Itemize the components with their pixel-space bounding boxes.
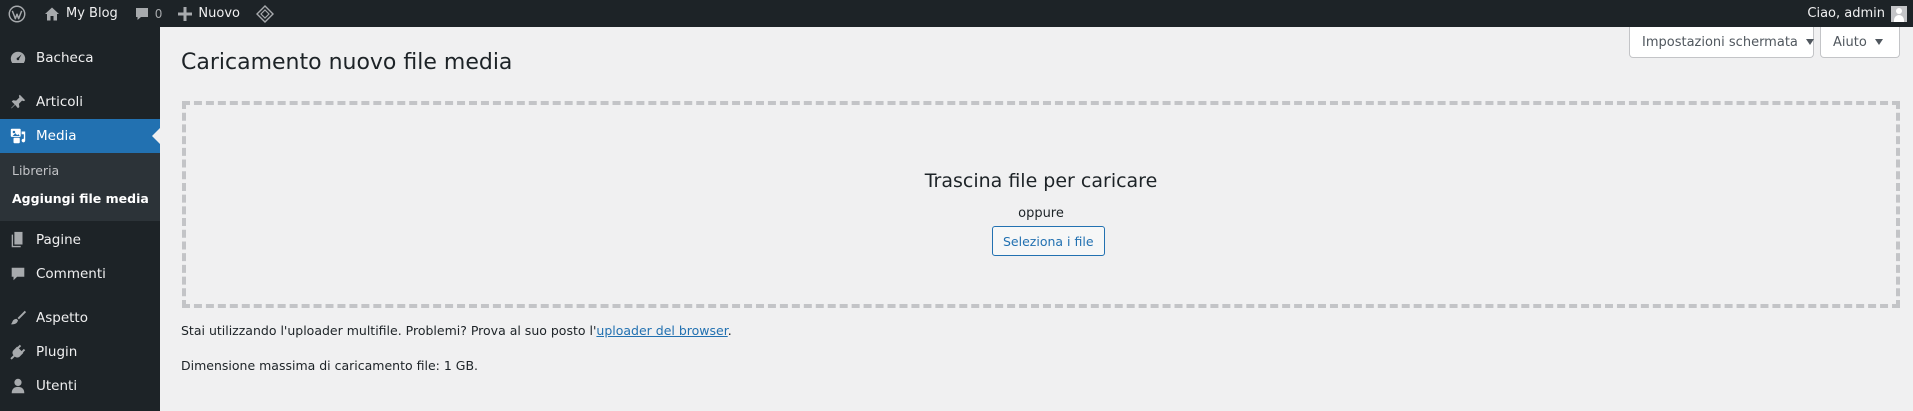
sidebar-item-label: Pagine xyxy=(36,232,81,248)
browser-uploader-link[interactable]: uploader del browser xyxy=(596,323,727,338)
comment-icon xyxy=(0,265,36,283)
media-submenu: Libreria Aggiungi file media xyxy=(0,153,160,221)
sidebar-item-utenti[interactable]: Utenti xyxy=(0,369,160,403)
sidebar-item-label: Commenti xyxy=(36,266,106,282)
avatar xyxy=(1891,5,1907,22)
drop-instructions: Trascina file per caricare xyxy=(924,170,1158,192)
new-content-menu[interactable]: Nuovo xyxy=(170,0,248,27)
sidebar-item-media[interactable]: Media xyxy=(0,119,160,153)
wordpress-logo-menu[interactable] xyxy=(0,0,36,27)
multi-uploader-text: Stai utilizzando l'uploader multifile. P… xyxy=(181,323,597,338)
multi-uploader-suffix: . xyxy=(727,323,732,338)
sidebar-item-label: Plugin xyxy=(36,344,78,360)
caret-down-icon xyxy=(1874,39,1883,45)
submenu-item-aggiungi-file-media[interactable]: Aggiungi file media xyxy=(12,191,149,206)
sidebar-item-pagine[interactable]: Pagine xyxy=(0,223,160,257)
sidebar-item-label: Media xyxy=(36,128,77,144)
sidebar-item-label: Aspetto xyxy=(36,310,88,326)
sidebar-item-commenti[interactable]: Commenti xyxy=(0,257,160,291)
screen-options-label: Impostazioni schermata xyxy=(1642,34,1798,50)
admin-menu: Bacheca Articoli Media Libreria Aggiungi… xyxy=(0,27,160,411)
home-icon xyxy=(45,7,59,20)
admin-bar: My Blog 0 Nuovo Ciao, admin xyxy=(0,0,1913,27)
caret-down-icon xyxy=(1805,39,1814,45)
media-icon xyxy=(0,127,36,145)
diamond-badge-icon xyxy=(256,4,274,23)
wordpress-logo-icon xyxy=(8,5,26,22)
pushpin-icon xyxy=(0,93,36,111)
comment-icon xyxy=(135,7,148,20)
sidebar-item-label: Articoli xyxy=(36,94,84,110)
comments-menu[interactable]: 0 xyxy=(126,0,171,27)
max-upload-size: Dimensione massima di caricamento file: … xyxy=(181,358,479,373)
plugin-badge-menu[interactable] xyxy=(248,0,282,27)
or-separator: oppure xyxy=(1018,206,1064,221)
sidebar-item-bacheca[interactable]: Bacheca xyxy=(0,41,160,75)
help-button[interactable]: Aiuto xyxy=(1820,27,1900,58)
plus-icon xyxy=(178,6,193,21)
user-icon xyxy=(0,377,36,395)
submenu-item-libreria[interactable]: Libreria xyxy=(12,163,59,178)
select-files-button[interactable]: Seleziona i file xyxy=(992,226,1105,256)
upload-drop-zone[interactable]: Trascina file per caricare oppure Selezi… xyxy=(182,101,1900,308)
site-name-menu[interactable]: My Blog xyxy=(36,0,126,27)
multi-uploader-notice: Stai utilizzando l'uploader multifile. P… xyxy=(181,323,732,338)
sidebar-item-label: Utenti xyxy=(36,378,78,394)
page-title: Caricamento nuovo file media xyxy=(181,50,513,75)
sidebar-item-articoli[interactable]: Articoli xyxy=(0,85,160,119)
new-label: Nuovo xyxy=(198,6,240,21)
sidebar-item-label: Bacheca xyxy=(36,50,94,66)
site-name: My Blog xyxy=(66,6,118,21)
comments-count: 0 xyxy=(154,6,163,21)
sidebar-item-aspetto[interactable]: Aspetto xyxy=(0,301,160,335)
help-label: Aiuto xyxy=(1833,34,1867,50)
pages-icon xyxy=(0,231,36,249)
sidebar-item-plugin[interactable]: Plugin xyxy=(0,335,160,369)
screen-options-button[interactable]: Impostazioni schermata xyxy=(1629,27,1814,58)
greeting: Ciao, admin xyxy=(1807,6,1885,21)
brush-icon xyxy=(0,309,36,327)
dashboard-icon xyxy=(0,49,36,67)
account-menu[interactable]: Ciao, admin xyxy=(1799,0,1913,27)
plugin-icon xyxy=(0,343,36,361)
